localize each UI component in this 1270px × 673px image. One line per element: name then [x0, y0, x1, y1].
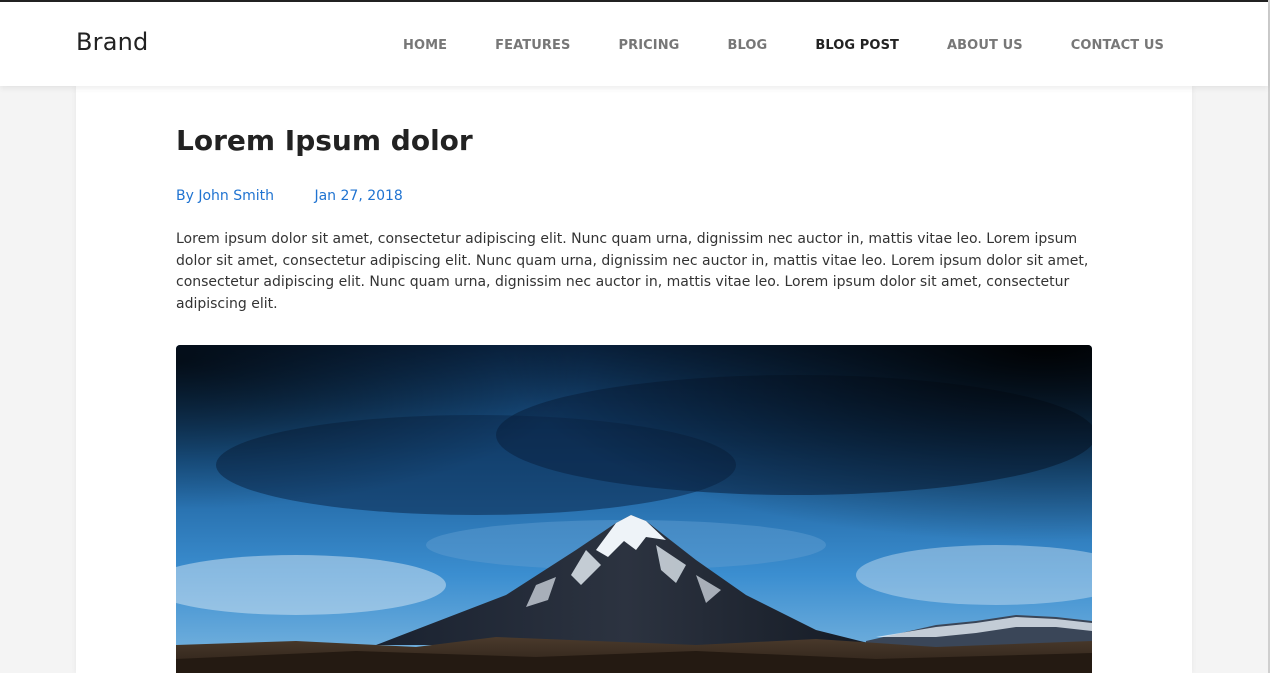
post-title: Lorem Ipsum dolor — [176, 124, 473, 157]
nav-pricing[interactable]: PRICING — [618, 38, 679, 53]
mountain-landscape-image — [176, 345, 1092, 673]
post-date-link[interactable]: Jan 27, 2018 — [314, 188, 402, 204]
post-body: Lorem ipsum dolor sit amet, consectetur … — [176, 231, 1089, 312]
nav-blog-post[interactable]: BLOG POST — [815, 38, 899, 53]
post-hero-image — [176, 345, 1092, 673]
nav-contact-us[interactable]: CONTACT US — [1071, 38, 1164, 53]
nav-features[interactable]: FEATURES — [495, 38, 570, 53]
post-container: Lorem Ipsum dolor By John Smith Jan 27, … — [76, 86, 1192, 673]
nav-about-us[interactable]: ABOUT US — [947, 38, 1023, 53]
post-author-link[interactable]: By John Smith — [176, 188, 274, 204]
post-meta: By John Smith Jan 27, 2018 — [176, 188, 403, 204]
nav-home[interactable]: HOME — [403, 38, 447, 53]
nav-blog[interactable]: BLOG — [727, 38, 767, 53]
brand-logo[interactable]: Brand — [76, 28, 148, 56]
main-nav: HOME FEATURES PRICING BLOG BLOG POST ABO… — [403, 38, 1164, 53]
navbar: Brand HOME FEATURES PRICING BLOG BLOG PO… — [0, 2, 1268, 86]
